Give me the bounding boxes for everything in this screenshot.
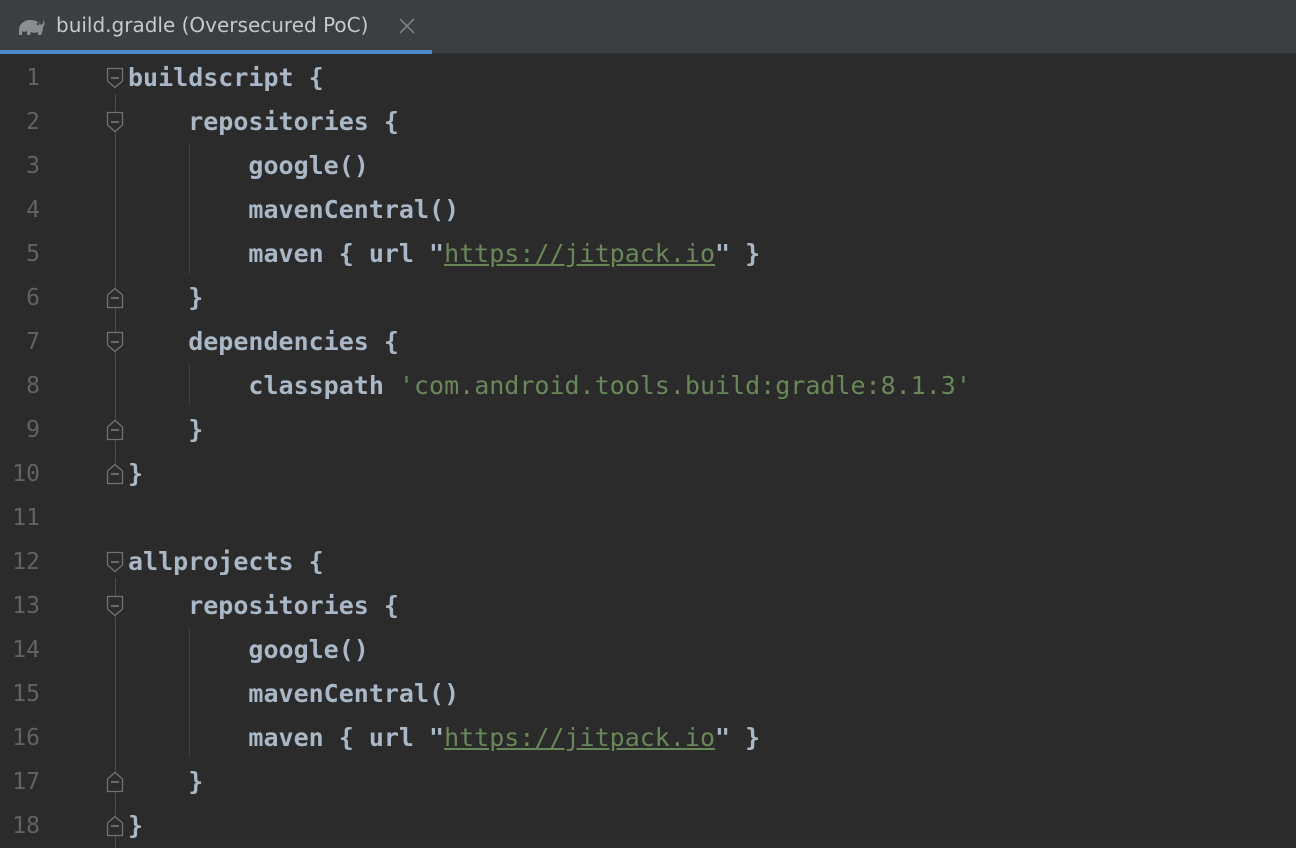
string-literal: 'com.android.tools.build:gradle:8.1.3' (398, 371, 971, 400)
code-token: buildscript { (128, 63, 324, 92)
line-number: 13 (12, 593, 40, 619)
code-line[interactable]: 10} (0, 452, 1296, 496)
code-token: repositories { (128, 107, 399, 136)
gradle-elephant-icon (19, 20, 45, 35)
code-line[interactable]: 13 repositories { (0, 584, 1296, 628)
code-token: } (128, 415, 204, 444)
code-token: } (128, 283, 204, 312)
code-token: } (128, 459, 144, 488)
code-token: google() (128, 635, 369, 664)
code-text[interactable]: mavenCentral() (128, 188, 459, 232)
code-line[interactable]: 8 classpath 'com.android.tools.build:gra… (0, 364, 1296, 408)
line-number: 4 (26, 197, 40, 223)
code-line[interactable]: 15 mavenCentral() (0, 672, 1296, 716)
code-line[interactable]: 2 repositories { (0, 100, 1296, 144)
url-link[interactable]: https://jitpack.io (444, 239, 715, 268)
fold-end-icon[interactable] (106, 815, 124, 837)
code-line[interactable]: 5 maven { url "https://jitpack.io" } (0, 232, 1296, 276)
code-line[interactable]: 11 (0, 496, 1296, 540)
url-link[interactable]: https://jitpack.io (444, 723, 715, 752)
code-token: mavenCentral() (128, 679, 460, 708)
line-number: 17 (12, 769, 40, 795)
line-number: 15 (12, 681, 40, 707)
line-number: 11 (12, 505, 40, 531)
code-token: dependencies { (128, 327, 399, 356)
fold-end-icon[interactable] (106, 287, 124, 309)
code-text[interactable]: } (128, 408, 203, 452)
tab-title: build.gradle (Oversecured PoC) (56, 13, 369, 37)
code-text[interactable]: dependencies { (128, 320, 399, 364)
code-text[interactable]: google() (128, 628, 369, 672)
fold-collapse-icon[interactable] (106, 595, 124, 617)
fold-end-icon[interactable] (106, 463, 124, 485)
code-line[interactable]: 1 buildscript { (0, 56, 1296, 100)
code-text[interactable]: maven { url "https://jitpack.io" } (128, 716, 760, 760)
line-number: 7 (26, 329, 40, 355)
line-number: 14 (12, 637, 40, 663)
fold-end-icon[interactable] (106, 419, 124, 441)
code-text[interactable]: buildscript { (128, 56, 324, 100)
line-number: 8 (26, 373, 40, 399)
fold-end-icon[interactable] (106, 771, 124, 793)
code-text[interactable]: repositories { (128, 584, 399, 628)
fold-collapse-icon[interactable] (106, 551, 124, 573)
code-token: } (128, 767, 204, 796)
line-number: 12 (12, 549, 40, 575)
code-line[interactable]: 17 } (0, 760, 1296, 804)
code-token: maven { url " (128, 723, 445, 752)
code-text[interactable]: mavenCentral() (128, 672, 459, 716)
code-line[interactable]: 18} (0, 804, 1296, 848)
code-token: mavenCentral() (128, 195, 460, 224)
code-text[interactable]: } (128, 804, 143, 848)
tab-build-gradle[interactable]: build.gradle (Oversecured PoC) (0, 0, 432, 54)
line-number: 10 (12, 461, 40, 487)
code-token: } (128, 811, 144, 840)
fold-collapse-icon[interactable] (106, 111, 124, 133)
code-text[interactable]: } (128, 452, 143, 496)
line-number: 6 (26, 285, 40, 311)
code-token: " } (715, 239, 761, 268)
code-text[interactable]: allprojects { (128, 540, 324, 584)
line-number: 2 (26, 109, 40, 135)
code-text[interactable]: classpath 'com.android.tools.build:gradl… (128, 364, 971, 408)
code-token: google() (128, 151, 369, 180)
code-text[interactable]: maven { url "https://jitpack.io" } (128, 232, 760, 276)
code-text[interactable]: repositories { (128, 100, 399, 144)
fold-collapse-icon[interactable] (106, 331, 124, 353)
line-number: 9 (26, 417, 40, 443)
line-number: 16 (12, 725, 40, 751)
close-icon[interactable] (397, 16, 417, 36)
code-line[interactable]: 14 google() (0, 628, 1296, 672)
code-text[interactable]: google() (128, 144, 369, 188)
line-number: 5 (26, 241, 40, 267)
line-number: 1 (26, 65, 40, 91)
line-number: 3 (26, 153, 40, 179)
code-line[interactable]: 9 } (0, 408, 1296, 452)
code-text[interactable]: } (128, 760, 203, 804)
fold-collapse-icon[interactable] (106, 67, 124, 89)
line-number: 18 (12, 813, 40, 839)
editor-tab-bar: build.gradle (Oversecured PoC) (0, 0, 1296, 54)
code-line[interactable]: 3 google() (0, 144, 1296, 188)
code-token: maven { url " (128, 239, 445, 268)
code-line[interactable]: 4 mavenCentral() (0, 188, 1296, 232)
code-line[interactable]: 12 allprojects { (0, 540, 1296, 584)
code-line[interactable]: 6 } (0, 276, 1296, 320)
code-text[interactable]: } (128, 276, 203, 320)
code-token: classpath (128, 371, 399, 400)
code-editor[interactable]: 1 buildscript {2 repositories {3 google()… (0, 54, 1296, 848)
code-token: " } (715, 723, 761, 752)
code-line[interactable]: 16 maven { url "https://jitpack.io" } (0, 716, 1296, 760)
code-token: allprojects { (128, 547, 324, 576)
code-line[interactable]: 7 dependencies { (0, 320, 1296, 364)
code-token: repositories { (128, 591, 399, 620)
